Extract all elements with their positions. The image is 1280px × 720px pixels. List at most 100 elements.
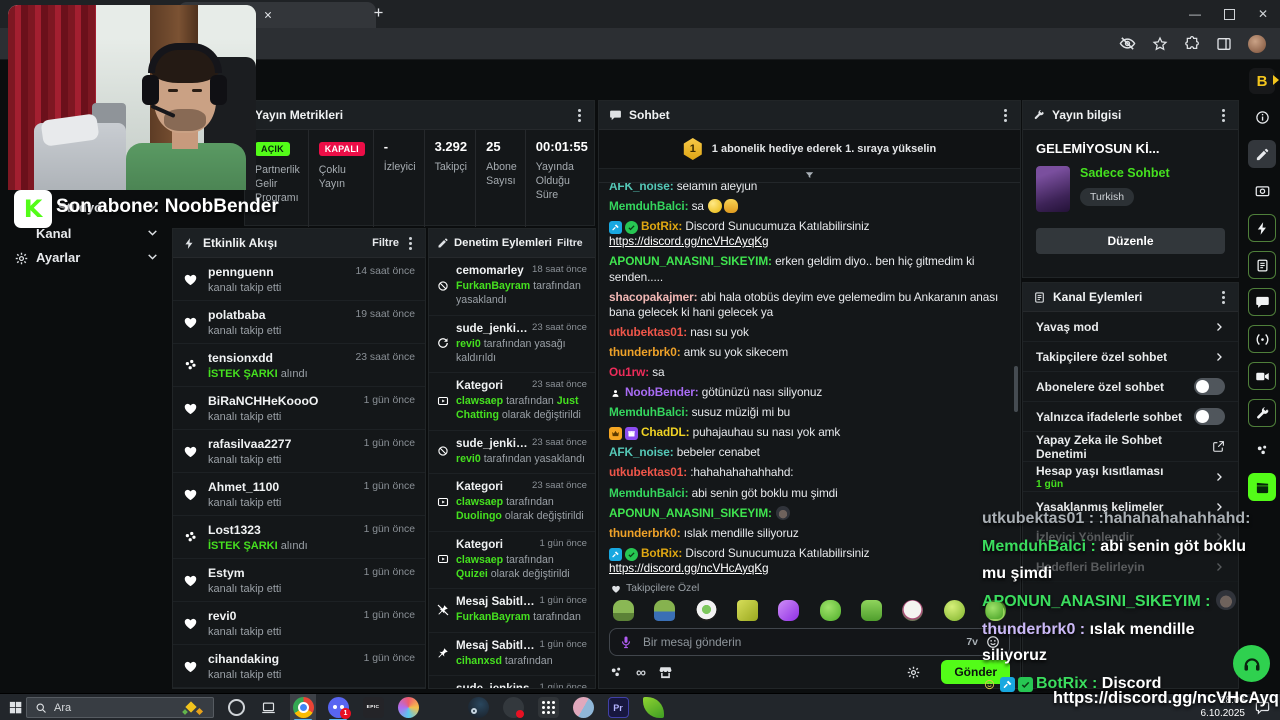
chat-message: Ou1rw: sa [609, 364, 665, 379]
start-button[interactable] [8, 700, 23, 715]
kebab-menu-icon[interactable] [1222, 295, 1225, 299]
puzzle-icon[interactable] [1184, 35, 1200, 52]
sidebar-item-channel[interactable]: Kanal [36, 226, 71, 241]
chat-link[interactable]: https://discord.gg/ncVHcAyqKg [609, 234, 769, 248]
edit-icon[interactable] [1248, 140, 1276, 168]
side-panel-icon[interactable] [1216, 36, 1232, 52]
mail-emote[interactable] [736, 600, 758, 621]
pepe-party-emote[interactable] [654, 600, 676, 621]
kick-logo[interactable]: K [14, 190, 52, 228]
taskbar-app-premiere[interactable]: Pr [605, 694, 631, 720]
overlay-username: MemduhBalci : [982, 537, 1101, 555]
kebab-menu-icon[interactable] [578, 113, 581, 117]
clips-icon[interactable] [1248, 473, 1276, 501]
channel-points-icon[interactable] [609, 665, 624, 680]
taskbar-app-paint[interactable] [395, 694, 421, 720]
chevron-down-icon[interactable] [146, 226, 159, 239]
activity-row-main: polatbaba kanalı takip etti [208, 308, 281, 337]
star-icon[interactable] [1152, 35, 1168, 52]
video-icon[interactable] [1248, 362, 1276, 390]
activity-filter-button[interactable]: Filtre [372, 237, 399, 249]
blob-happy-emote[interactable] [819, 600, 841, 621]
chevron-right-icon [1213, 471, 1225, 483]
channel-action-yaln-zca-ifadelerle-sohbet[interactable]: Yalnızca ifadelerle sohbet [1023, 402, 1238, 432]
infinity-icon[interactable]: ∞ [636, 664, 646, 680]
metric-value: 3.292 [434, 139, 468, 154]
chat-username: Ou1rw: [609, 364, 653, 379]
blob-grr-emote[interactable] [860, 600, 882, 621]
taskbar-search[interactable]: Ara [26, 697, 214, 718]
smile-emote[interactable] [708, 199, 723, 214]
chat-message: AFK_noise: bebeler cenabet [609, 445, 760, 460]
channel-action-hesap-ya-k-s-tlamas-[interactable]: Hesap yaşı kısıtlaması 1 gün [1023, 462, 1238, 492]
taskbar-app-epic[interactable]: EPIC [360, 694, 386, 720]
taskbar-app-explorer[interactable] [430, 694, 456, 720]
streamer-badge-icon [609, 387, 622, 400]
kebab-menu-icon[interactable] [409, 241, 412, 245]
chat-scrollbar[interactable] [1014, 365, 1018, 412]
seventv-icon[interactable]: 7v [966, 636, 978, 648]
chat-input[interactable] [641, 634, 959, 650]
channel-action-yava-mod[interactable]: Yavaş mod [1023, 312, 1238, 342]
taskbar-app-discord[interactable]: 1 [325, 694, 351, 720]
taskbar-app-steam[interactable] [465, 694, 491, 720]
gift-sub-banner[interactable]: 1 1 abonelik hediye ederek 1. sıraya yük… [599, 130, 1020, 169]
wave-emote[interactable] [724, 199, 739, 214]
activity-icon[interactable] [1248, 214, 1276, 242]
external-link-icon [1212, 440, 1225, 453]
smiley-emote[interactable] [943, 600, 965, 621]
funnel-icon[interactable] [804, 170, 815, 181]
edit-stream-info-button[interactable]: Düzenle [1036, 228, 1225, 254]
pepe-sad-emote[interactable] [613, 600, 634, 621]
kebab-menu-icon[interactable] [1222, 113, 1225, 117]
channel-action-yapay-zeka-ile-sohbet-denetimi[interactable]: Yapay Zeka ile Sohbet Denetimi [1023, 432, 1238, 462]
chevron-down-icon[interactable] [146, 250, 159, 263]
category-link[interactable]: Sadece Sohbet [1080, 166, 1170, 180]
window-close-button[interactable]: ✕ [1246, 0, 1280, 28]
toggle-switch[interactable] [1194, 378, 1225, 395]
monkey-emote[interactable] [776, 505, 791, 520]
info-icon[interactable] [1248, 103, 1276, 131]
kebab-menu-icon[interactable] [1004, 113, 1007, 117]
copilot-button[interactable] [228, 699, 245, 716]
toggle-switch[interactable] [1194, 408, 1225, 425]
notes-icon[interactable] [1248, 251, 1276, 279]
window-minimize-button[interactable]: — [1178, 0, 1212, 28]
avatar[interactable] [1248, 34, 1266, 53]
taskbar-app-chrome[interactable] [290, 694, 316, 720]
moderation-filter-button[interactable]: Filtre [557, 237, 583, 249]
channel-action-abonelere-zel-sohbet[interactable]: Abonelere özel sohbet [1023, 372, 1238, 402]
tools-icon[interactable] [1248, 399, 1276, 427]
chat-bubble-icon [609, 109, 622, 122]
overlay-username: thunderbrk0 : [982, 620, 1090, 638]
mic-icon[interactable] [619, 635, 633, 649]
category-thumbnail[interactable] [1036, 166, 1070, 212]
task-view-button[interactable] [261, 700, 276, 715]
gear-icon[interactable] [906, 665, 921, 680]
taskbar-app-grid[interactable] [535, 694, 561, 720]
pray-emote[interactable] [778, 600, 800, 621]
mime-emote[interactable] [695, 600, 717, 621]
sidebar-item-settings[interactable]: Ayarlar [36, 250, 80, 265]
taskbar-app-recorder[interactable] [500, 694, 526, 720]
metrics-title: Yayın Metrikleri [255, 108, 344, 122]
points-icon[interactable] [1248, 436, 1276, 464]
monkey-emote [1215, 589, 1236, 610]
followers-only-row: Takipçilere Özel [599, 580, 1020, 597]
window-maximize-button[interactable] [1212, 0, 1246, 28]
store-icon[interactable] [658, 665, 673, 680]
chat-icon[interactable] [1248, 288, 1276, 316]
chat-link[interactable]: https://discord.gg/ncVHcAyqKg [609, 561, 769, 575]
botrix-logo[interactable]: B [1249, 68, 1279, 94]
taskbar-app-gimp[interactable] [570, 694, 596, 720]
soundboard-icon[interactable] [1248, 325, 1276, 353]
voice-chat-button[interactable] [1233, 645, 1270, 682]
skull-bloom-emote[interactable] [902, 600, 924, 621]
channel-action-takip-ilere-zel-sohbet[interactable]: Takipçilere özel sohbet [1023, 342, 1238, 372]
chat-divider [599, 169, 1020, 183]
tab-close-icon[interactable] [263, 10, 273, 20]
eye-off-icon[interactable] [1119, 35, 1136, 52]
new-tab-button[interactable] [372, 6, 385, 19]
screen-record-icon[interactable] [1248, 177, 1276, 205]
taskbar-app-unity[interactable] [640, 694, 666, 720]
